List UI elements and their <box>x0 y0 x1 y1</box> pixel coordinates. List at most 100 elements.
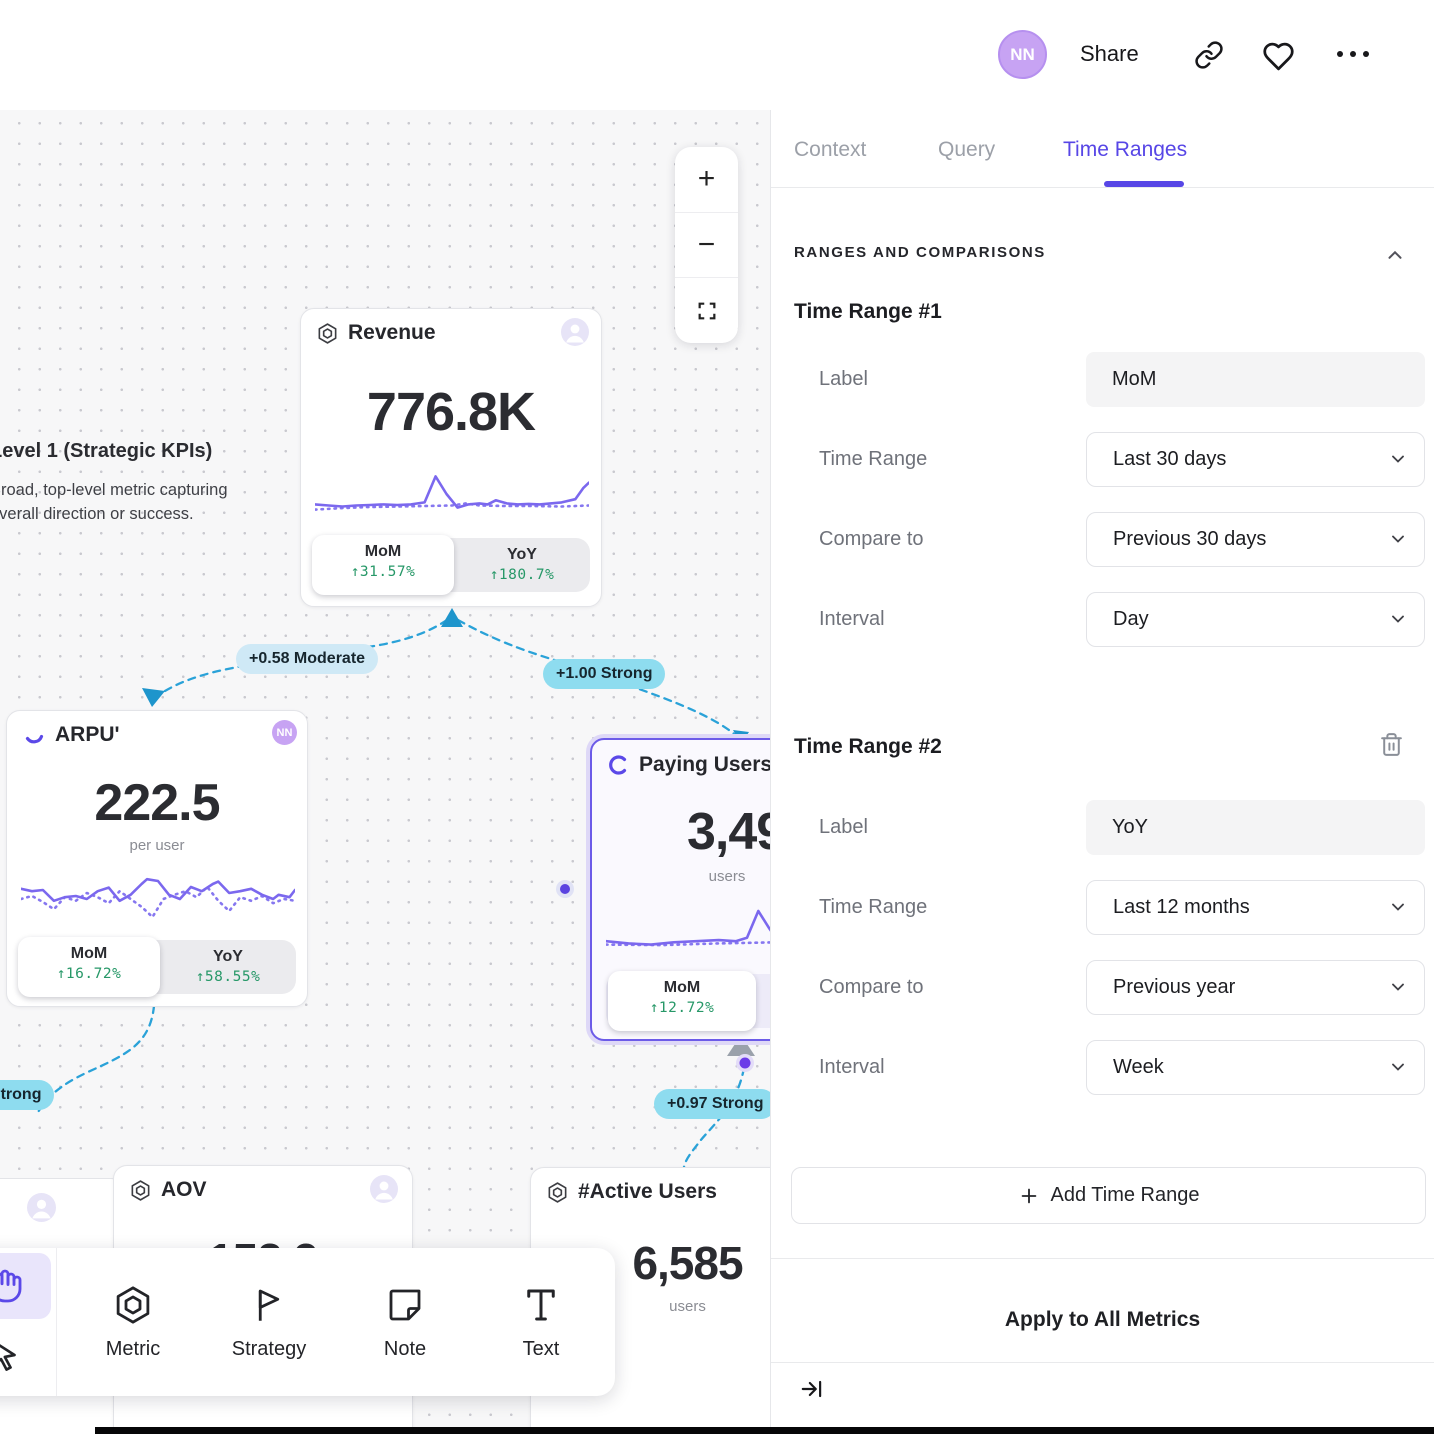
card-title: ARPU' <box>55 723 120 747</box>
toggle-label: MoM <box>312 543 454 561</box>
toggle-value: ↑12.72% <box>608 1000 756 1016</box>
card-handle-dot <box>560 884 570 894</box>
select-value: Last 12 months <box>1113 896 1250 919</box>
label-input[interactable]: YoY <box>1086 800 1425 855</box>
comparison-toggle: MoM ↑31.57% YoY ↑180.7% <box>314 538 590 592</box>
window-bottom-edge <box>95 1427 1434 1434</box>
strategy-tool-button[interactable]: Strategy <box>201 1248 337 1396</box>
tab-query[interactable]: Query <box>938 138 995 162</box>
sparkline <box>315 467 589 519</box>
field-label: Interval <box>819 608 885 631</box>
apply-to-all-metrics-button[interactable]: Apply to All Metrics <box>771 1308 1434 1332</box>
toggle-mom[interactable]: MoM ↑31.57% <box>312 535 454 595</box>
field-label: Compare to <box>819 976 924 999</box>
fit-screen-button[interactable] <box>675 277 738 343</box>
metric-card-revenue[interactable]: Revenue 776.8K MoM ↑31.57% YoY ↑180.7% <box>300 308 602 607</box>
label-input-value: YoY <box>1112 816 1148 839</box>
time-range-select[interactable]: Last 12 months <box>1086 880 1425 935</box>
metric-unit: per user <box>7 837 307 854</box>
more-options-button[interactable] <box>1337 51 1369 57</box>
user-avatar[interactable]: NN <box>998 30 1047 79</box>
field-label: Label <box>819 368 868 391</box>
toggle-value: ↑16.72% <box>18 966 160 982</box>
chevron-down-icon <box>1388 897 1408 917</box>
canvas-group-note: Level 1 (Strategic KPIs) Broad, top-leve… <box>0 440 260 527</box>
delete-time-range-icon[interactable] <box>1379 732 1404 757</box>
favorite-heart-icon[interactable] <box>1262 40 1295 73</box>
time-range-1-title: Time Range #1 <box>794 300 942 324</box>
text-icon <box>520 1284 562 1326</box>
collapse-panel-icon[interactable] <box>799 1376 825 1402</box>
toolbar-select-tools <box>0 1248 57 1396</box>
toggle-mom[interactable]: MoM ↑16.72% <box>18 937 160 997</box>
copy-link-icon[interactable] <box>1194 40 1224 70</box>
correlation-badge[interactable]: +0.58 Moderate <box>236 644 378 674</box>
toggle-label: YoY <box>454 546 590 564</box>
text-tool-button[interactable]: Text <box>473 1248 609 1396</box>
time-range-select[interactable]: Last 30 days <box>1086 432 1425 487</box>
loading-spinner-icon <box>606 753 630 777</box>
zoom-out-button[interactable]: − <box>675 212 738 278</box>
zoom-in-button[interactable]: + <box>675 147 738 212</box>
tool-label: Text <box>523 1338 560 1361</box>
interval-select[interactable]: Week <box>1086 1040 1425 1095</box>
select-value: Last 30 days <box>1113 448 1226 471</box>
avatar <box>370 1175 398 1203</box>
interval-select[interactable]: Day <box>1086 592 1425 647</box>
group-note-title: Level 1 (Strategic KPIs) <box>0 440 260 463</box>
canvas-toolbar: Metric Strategy Note Text <box>0 1248 615 1396</box>
divider <box>771 1362 1434 1363</box>
tool-label: Note <box>384 1338 426 1361</box>
compare-to-select[interactable]: Previous year <box>1086 960 1425 1015</box>
add-time-range-label: Add Time Range <box>1051 1184 1200 1207</box>
canvas-zoom-controls: + − <box>675 147 738 343</box>
correlation-badge[interactable]: +0.66 Strong <box>0 1080 54 1110</box>
edge-arpu-down <box>36 1006 154 1116</box>
active-tab-indicator <box>1104 181 1184 187</box>
time-range-2-title: Time Range #2 <box>794 735 942 759</box>
tab-context[interactable]: Context <box>794 138 866 162</box>
toggle-label: YoY <box>160 948 296 966</box>
select-value: Day <box>1113 608 1149 631</box>
metric-hexagon-icon <box>316 322 339 345</box>
label-input[interactable]: MoM <box>1086 352 1425 407</box>
label-input-value: MoM <box>1112 368 1156 391</box>
section-header[interactable]: RANGES AND COMPARISONS <box>794 244 1046 261</box>
toggle-label: MoM <box>608 979 756 997</box>
chevron-down-icon <box>1388 449 1408 469</box>
add-time-range-button[interactable]: Add Time Range <box>791 1167 1426 1224</box>
loading-spinner-icon <box>22 723 46 747</box>
metric-hexagon-icon <box>546 1181 569 1204</box>
avatar-nn-badge: NN <box>272 720 297 745</box>
toggle-yoy[interactable]: YoY ↑58.55% <box>160 940 296 994</box>
select-value: Previous 30 days <box>1113 528 1266 551</box>
sparkline <box>21 866 295 926</box>
chevron-up-icon[interactable] <box>1384 244 1406 266</box>
toggle-mom[interactable]: MoM ↑12.72% <box>608 971 756 1031</box>
compare-to-select[interactable]: Previous 30 days <box>1086 512 1425 567</box>
note-tool-button[interactable]: Note <box>337 1248 473 1396</box>
share-button[interactable]: Share <box>1080 41 1139 67</box>
toggle-label: MoM <box>18 945 160 963</box>
toggle-yoy[interactable]: YoY ↑180.7% <box>454 538 590 592</box>
toggle-value: ↑31.57% <box>312 564 454 580</box>
edge-handle-dot <box>740 1058 751 1069</box>
tool-label: Strategy <box>232 1338 306 1361</box>
correlation-badge[interactable]: +0.97 Strong <box>654 1089 776 1119</box>
metric-hexagon-icon <box>129 1179 152 1202</box>
pan-tool-button[interactable] <box>0 1253 51 1319</box>
plus-icon <box>1018 1185 1040 1207</box>
chevron-down-icon <box>1388 1057 1408 1077</box>
metric-card-arpu[interactable]: ARPU' NN 222.5 per user MoM ↑16.72% YoY … <box>6 710 308 1007</box>
metric-tree-canvas[interactable]: +0.58 Moderate +1.00 Strong +0.97 Strong… <box>0 110 770 1434</box>
toggle-value: ↑58.55% <box>160 969 296 985</box>
select-tool-button[interactable] <box>0 1322 51 1388</box>
avatar <box>27 1193 56 1222</box>
hand-icon <box>0 1268 23 1304</box>
flag-icon <box>248 1284 290 1326</box>
card-title: AOV <box>161 1178 207 1202</box>
tab-time-ranges[interactable]: Time Ranges <box>1063 138 1187 162</box>
divider <box>771 1258 1434 1259</box>
correlation-badge[interactable]: +1.00 Strong <box>543 659 665 689</box>
metric-tool-button[interactable]: Metric <box>65 1248 201 1396</box>
